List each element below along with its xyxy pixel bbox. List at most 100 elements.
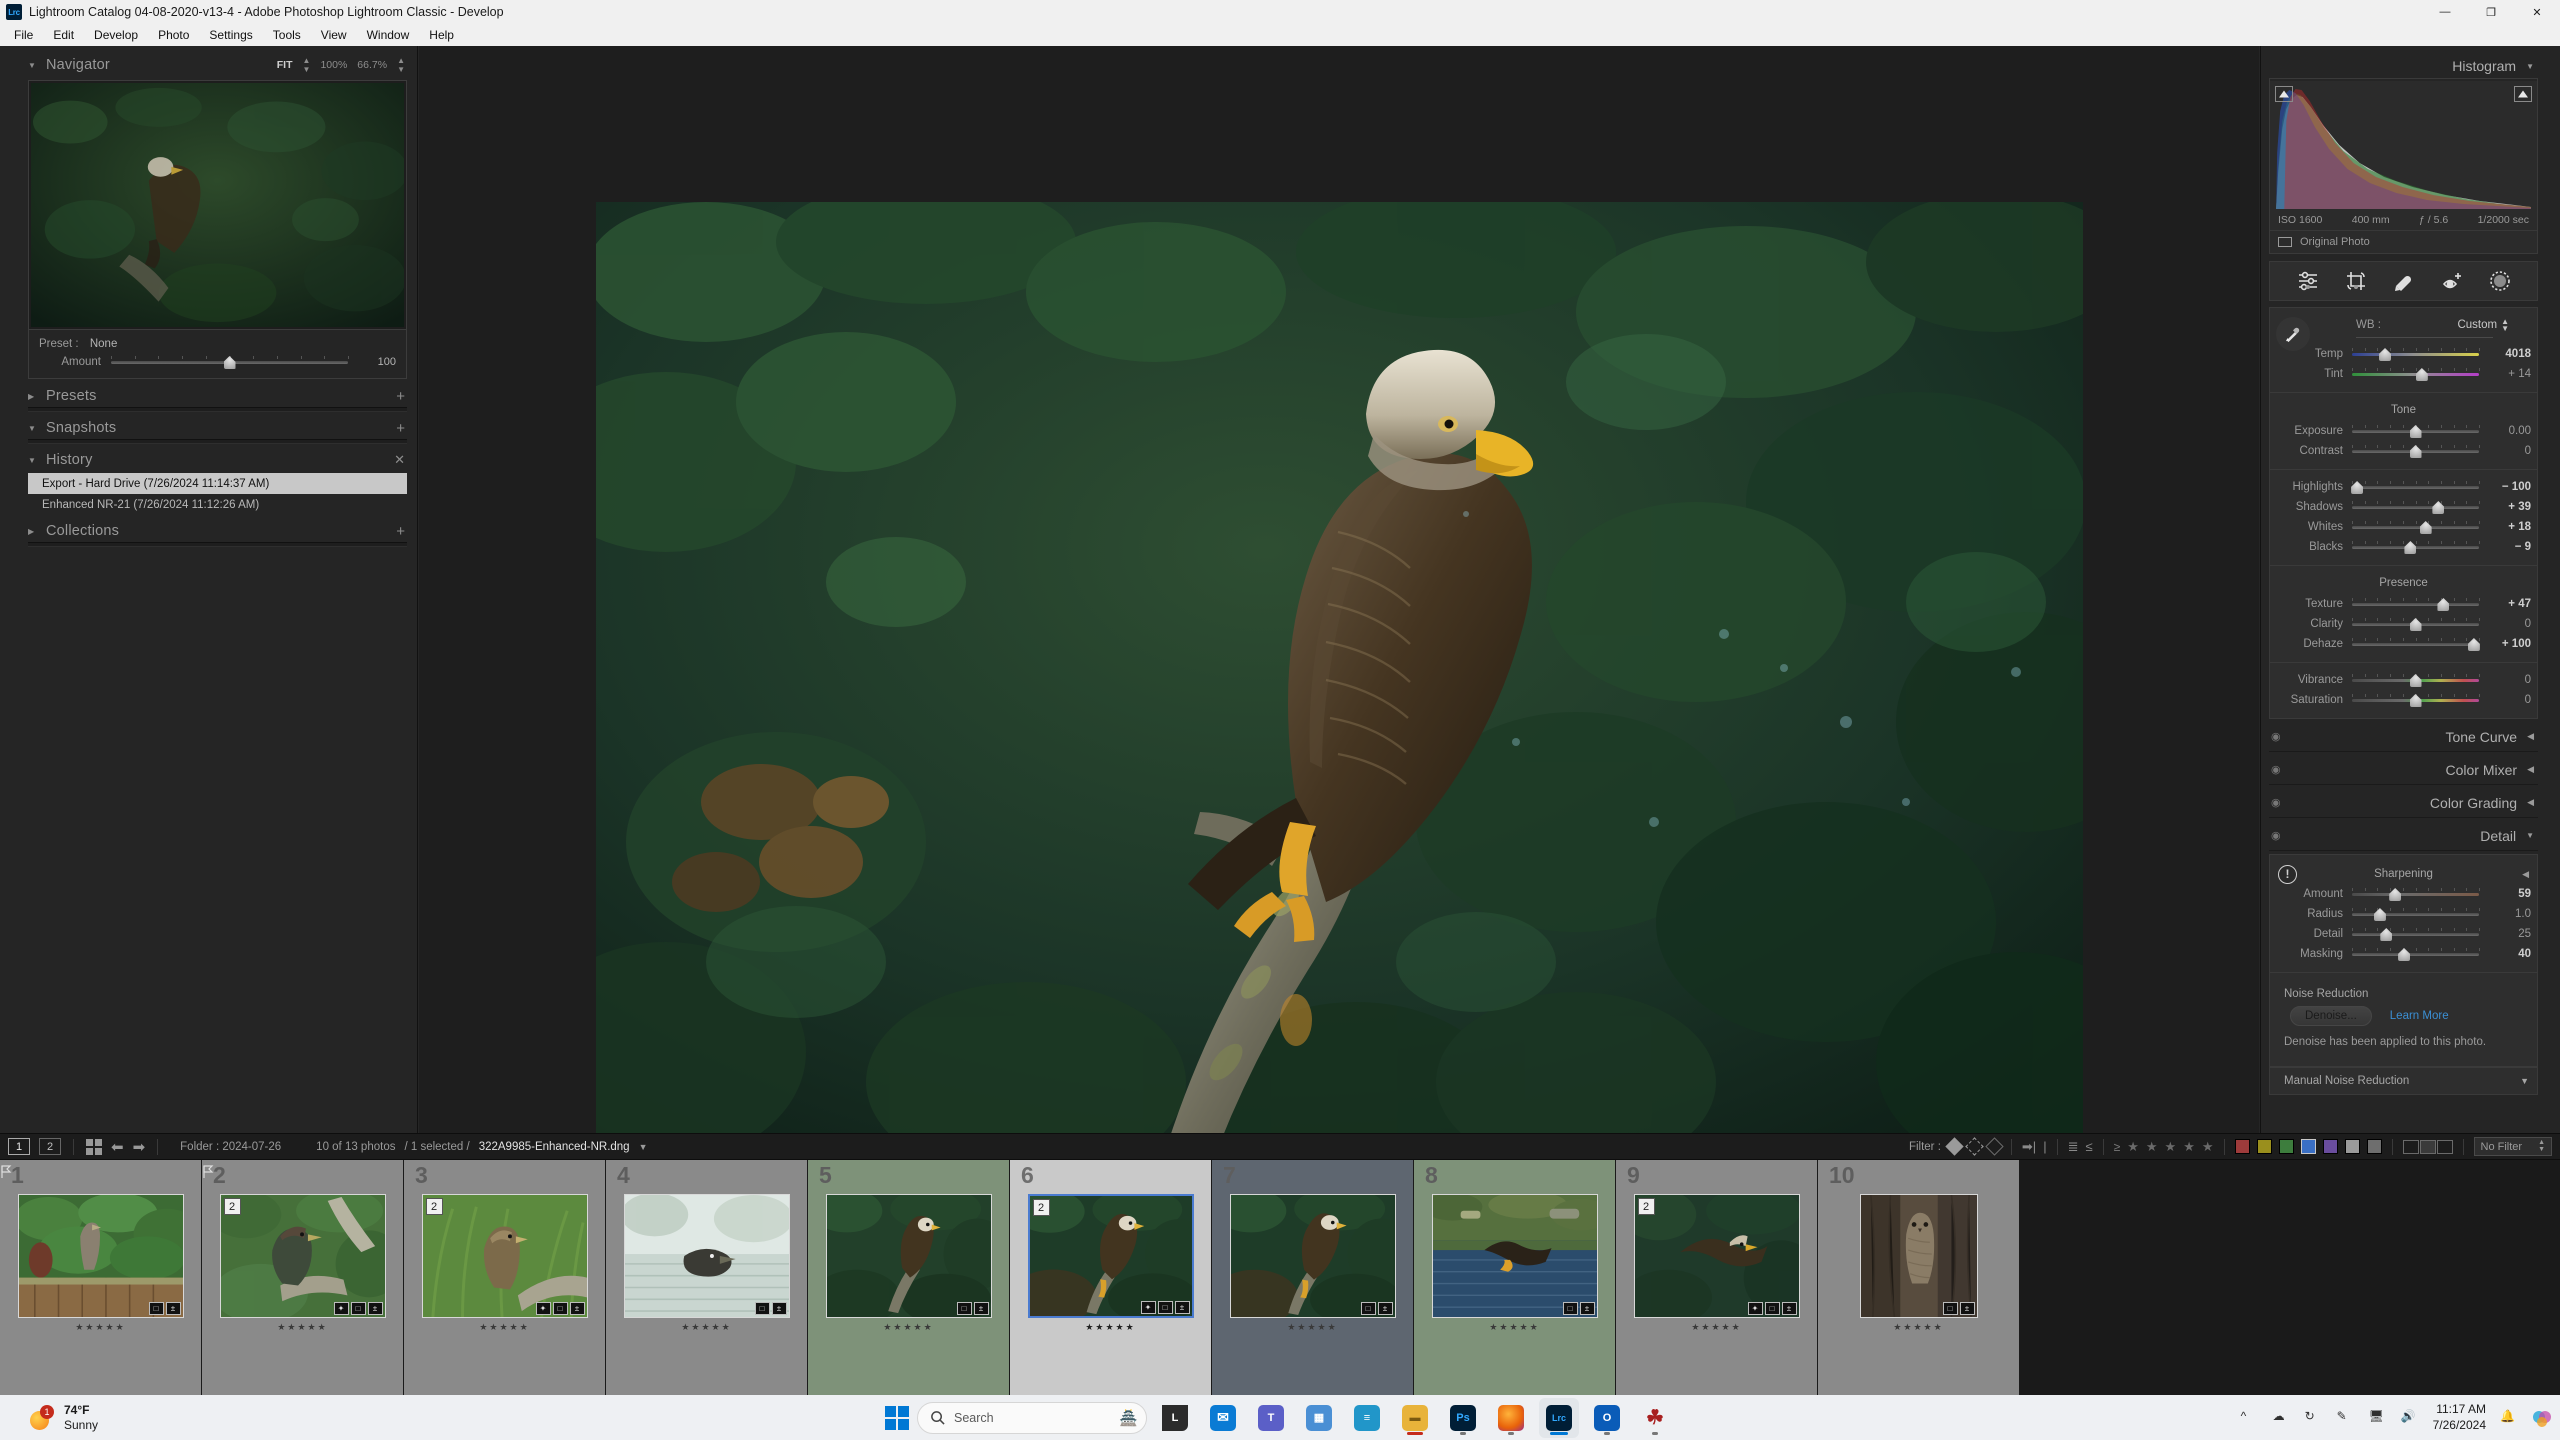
notepad-app[interactable]: ≡ xyxy=(1347,1398,1387,1438)
histogram-header[interactable]: Histogram ▼ xyxy=(2269,54,2538,78)
edit-icon[interactable]: ± xyxy=(1174,1301,1190,1314)
list-item[interactable]: 2 2 ✦ □ ± ★★★★★ xyxy=(202,1160,404,1395)
crop-icon[interactable]: □ xyxy=(1942,1302,1958,1315)
rating-star-3[interactable]: ★ xyxy=(2165,1139,2177,1155)
history-item[interactable]: Export - Hard Drive (7/26/2024 11:14:37 … xyxy=(28,473,407,494)
clear-history-icon[interactable]: ✕ xyxy=(394,452,405,468)
thumb-rating[interactable]: ★★★★★ xyxy=(1287,1322,1337,1333)
pen-icon[interactable]: ✎ xyxy=(2337,1409,2355,1427)
thumbnail[interactable]: □ ± xyxy=(1859,1194,1978,1318)
network-icon[interactable]: 🖥 xyxy=(2369,1409,2387,1427)
slider-highlights[interactable]: Highlights − 100 xyxy=(2270,477,2537,497)
filmstrip[interactable]: 1 □ ± ★★★★★ 2 2 ✦ □ ± ★★★★★ 3 2 ✦ □ ± ★★… xyxy=(0,1160,2560,1395)
navigator-fit[interactable]: FIT xyxy=(277,59,293,71)
eye-icon[interactable]: ◉ xyxy=(2271,796,2281,809)
volume-icon[interactable]: 🔊 xyxy=(2401,1409,2419,1427)
color-label-green[interactable] xyxy=(2278,1139,2294,1154)
slider-track[interactable] xyxy=(2352,888,2480,901)
list-item[interactable]: 1 □ ± ★★★★★ xyxy=(0,1160,202,1395)
calculator-app[interactable]: ▦ xyxy=(1299,1398,1339,1438)
view-grid-icon[interactable] xyxy=(2402,1139,2419,1154)
mask-icon[interactable]: ✦ xyxy=(1747,1302,1763,1315)
chevron-down-icon[interactable]: ▼ xyxy=(2526,62,2534,71)
onedrive-icon[interactable]: ☁ xyxy=(2273,1409,2291,1427)
updown-icon-1[interactable]: ▲ ▼ xyxy=(303,56,311,74)
search-input[interactable]: Search 🏯 xyxy=(917,1401,1147,1434)
crop-icon[interactable]: □ xyxy=(754,1302,770,1315)
color-grading-section[interactable]: ◉ Color Grading ◀ xyxy=(2269,788,2538,818)
navigator-100[interactable]: 100% xyxy=(320,59,347,71)
list-item[interactable]: 10 □ ± ★★★★★ xyxy=(1818,1160,2020,1395)
explorer-app[interactable]: ▬ xyxy=(1395,1398,1435,1438)
edit-icon[interactable]: ± xyxy=(771,1302,787,1315)
slider-shadows[interactable]: Shadows + 39 xyxy=(2270,497,2537,517)
mask-icon[interactable]: ✦ xyxy=(1140,1301,1156,1314)
slider-track[interactable] xyxy=(2351,481,2480,494)
slider-vibrance[interactable]: Vibrance 0 xyxy=(2270,670,2537,690)
stack-badge[interactable]: 2 xyxy=(1032,1199,1050,1216)
slider-sharpen-radius[interactable]: Radius 1.0 xyxy=(2270,904,2537,924)
slider-track[interactable] xyxy=(2352,928,2480,941)
preset-value[interactable]: None xyxy=(90,338,118,350)
main-photo[interactable] xyxy=(595,201,2083,1192)
filter-in-icon[interactable]: ➡| xyxy=(2022,1139,2036,1155)
edit-icon[interactable]: ± xyxy=(1579,1302,1595,1315)
maple-app[interactable]: ☘ xyxy=(1635,1398,1675,1438)
current-filename[interactable]: 322A9985-Enhanced-NR.dng xyxy=(479,1141,630,1153)
eye-icon[interactable]: ◉ xyxy=(2271,829,2281,842)
forward-arrow-icon[interactable]: ➡ xyxy=(133,1138,146,1156)
slider-track[interactable] xyxy=(2352,598,2480,611)
updown-icon[interactable]: ▲ ▼ xyxy=(2538,1139,2545,1153)
update-icon[interactable]: ↻ xyxy=(2305,1409,2323,1427)
thumb-rating[interactable]: ★★★★★ xyxy=(1691,1322,1741,1333)
list-item[interactable]: 5 □ ± ★★★★★ xyxy=(808,1160,1010,1395)
sort-reverse-icon[interactable]: ≤ xyxy=(2085,1139,2092,1154)
color-label-blue[interactable] xyxy=(2300,1139,2316,1154)
history-item[interactable]: Enhanced NR-21 (7/26/2024 11:12:26 AM) xyxy=(28,494,407,515)
add-snapshot-icon[interactable]: + xyxy=(396,420,405,437)
slider-clarity[interactable]: Clarity 0 xyxy=(2270,614,2537,634)
slider-track[interactable] xyxy=(2352,638,2480,651)
presets-header[interactable]: ▶ Presets + xyxy=(28,385,407,407)
flag-unflagged-icon[interactable] xyxy=(1965,1137,1984,1156)
redeye-icon[interactable] xyxy=(2441,270,2463,292)
slider-sharpen-amount[interactable]: Amount 59 xyxy=(2270,884,2537,904)
highlight-clipping-indicator[interactable] xyxy=(2514,86,2532,102)
thumbnail[interactable]: □ ± xyxy=(1229,1194,1396,1318)
thumb-rating[interactable]: ★★★★★ xyxy=(1893,1322,1943,1333)
crop-icon[interactable]: □ xyxy=(148,1302,164,1315)
teams-app[interactable]: T xyxy=(1251,1398,1291,1438)
list-item[interactable]: 8 □ ± ★★★★★ xyxy=(1414,1160,1616,1395)
menu-help[interactable]: Help xyxy=(419,26,464,44)
eye-icon[interactable]: ◉ xyxy=(2271,730,2281,743)
photoshop-app[interactable]: Ps xyxy=(1443,1398,1483,1438)
color-label-none[interactable] xyxy=(2366,1139,2382,1154)
eye-icon[interactable]: ◉ xyxy=(2271,763,2281,776)
chevron-down-icon[interactable]: ▼ xyxy=(639,1142,648,1152)
edit-icon[interactable]: ± xyxy=(1959,1302,1975,1315)
crop-icon[interactable]: □ xyxy=(552,1302,568,1315)
heal-icon[interactable] xyxy=(2393,270,2415,292)
menu-window[interactable]: Window xyxy=(357,26,420,44)
crop-icon[interactable]: □ xyxy=(1157,1301,1173,1314)
sort-icon[interactable]: ≣ xyxy=(2068,1139,2079,1155)
collections-header[interactable]: ▶ Collections + xyxy=(28,520,407,542)
edit-icon[interactable]: ± xyxy=(165,1302,181,1315)
slider-sharpen-masking[interactable]: Masking 40 xyxy=(2270,944,2537,964)
list-item[interactable]: 9 2 ✦ □ ± ★★★★★ xyxy=(1616,1160,1818,1395)
rating-star-4[interactable]: ★ xyxy=(2183,1139,2195,1155)
slider-whites[interactable]: Whites + 18 xyxy=(2270,517,2537,537)
flag-rejected-icon[interactable] xyxy=(1985,1137,2004,1156)
slider-track[interactable] xyxy=(2352,521,2480,534)
crop-icon[interactable]: □ xyxy=(1360,1302,1376,1315)
rating-gte-icon[interactable]: ≥ xyxy=(2114,1140,2121,1154)
rating-star-2[interactable]: ★ xyxy=(2146,1139,2158,1155)
mask-icon[interactable]: ✦ xyxy=(333,1302,349,1315)
slider-texture[interactable]: Texture + 47 xyxy=(2270,594,2537,614)
maximize-button[interactable]: ❐ xyxy=(2468,0,2514,24)
slider-blacks[interactable]: Blacks − 9 xyxy=(2270,537,2537,557)
chevron-left-icon[interactable]: ◀ xyxy=(2527,797,2534,808)
shadow-clipping-indicator[interactable] xyxy=(2275,86,2293,102)
slider-track[interactable] xyxy=(2352,541,2480,554)
menu-edit[interactable]: Edit xyxy=(43,26,84,44)
